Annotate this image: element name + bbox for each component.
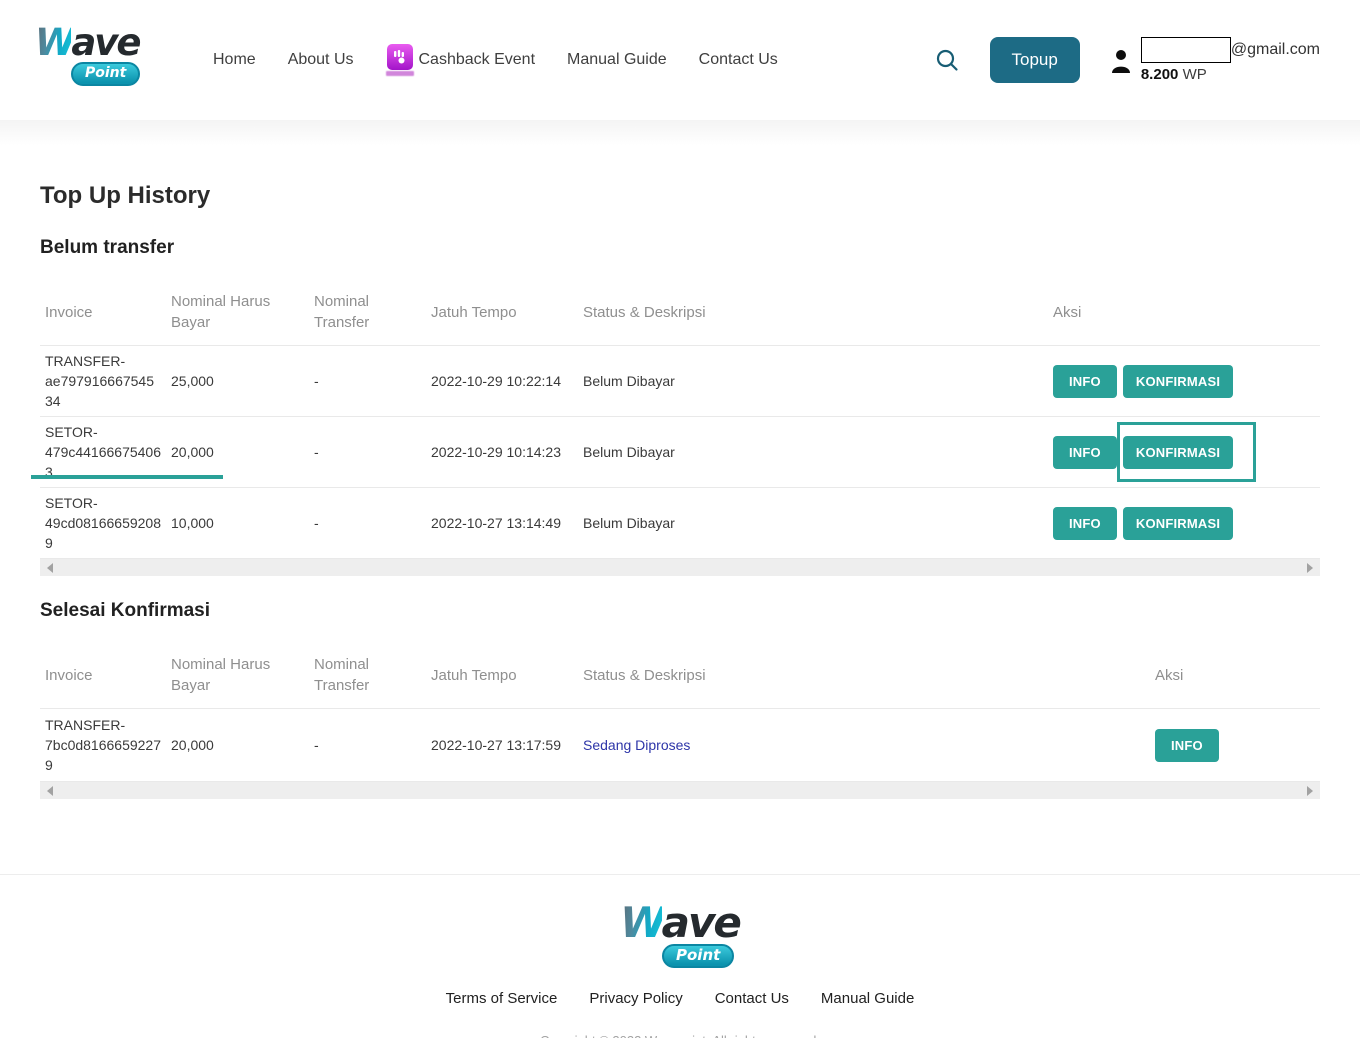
col-invoice: Invoice — [45, 666, 93, 684]
footer-wavepoint-logo[interactable]: Wave Point — [614, 902, 746, 968]
info-button[interactable]: INFO — [1053, 435, 1117, 469]
scroll-left-icon[interactable] — [47, 785, 53, 796]
table-row-highlighted: SETOR-479c441666754063 20,000 - 2022-10-… — [31, 417, 1320, 488]
nominal-transfer-cell: - — [314, 737, 319, 753]
nav-contact-us[interactable]: Contact Us — [699, 51, 778, 69]
status-cell: Belum Dibayar — [583, 373, 675, 389]
wallet-balance: 8.200 WP — [1140, 66, 1207, 83]
account-info: @gmail.com 8.200 WP — [1140, 37, 1320, 83]
invoice-highlight-underline — [31, 475, 223, 479]
col-aksi: Aksi — [1155, 666, 1184, 684]
horizontal-scrollbar[interactable] — [40, 782, 1320, 799]
jatuh-tempo-cell: 2022-10-29 10:22:14 — [431, 373, 561, 389]
invoice-cell: TRANSFER-ae79791666754534 — [45, 352, 155, 410]
topup-history-page: Top Up History Belum transfer Invoice No… — [0, 182, 1360, 799]
col-jatuh-tempo: Jatuh Tempo — [431, 303, 517, 321]
col-nominal-transfer: Nominal Transfer — [314, 293, 370, 331]
nominal-harus-bayar-cell: 20,000 — [171, 444, 214, 460]
jatuh-tempo-cell: 2022-10-27 13:14:49 — [431, 515, 561, 531]
jatuh-tempo-cell: 2022-10-29 10:14:23 — [431, 444, 561, 460]
nav-cashback-event[interactable]: Cashback Event — [385, 44, 536, 76]
nav-home[interactable]: Home — [213, 51, 256, 69]
col-status-deskripsi: Status & Deskripsi — [583, 666, 706, 684]
scroll-right-icon[interactable] — [1307, 562, 1313, 573]
col-nominal-transfer: Nominal Transfer — [314, 656, 370, 694]
email-suffix: @gmail.com — [1230, 41, 1320, 58]
page-title: Top Up History — [40, 182, 211, 209]
nominal-harus-bayar-cell: 20,000 — [171, 737, 214, 753]
nominal-harus-bayar-cell: 25,000 — [171, 373, 214, 389]
top-navbar: Wave Point Home About Us Cashback Event … — [0, 0, 1360, 120]
topup-button[interactable]: Topup — [989, 37, 1080, 83]
section-heading-selesai-konfirmasi: Selesai Konfirmasi — [40, 600, 211, 621]
table-row: TRANSFER-7bc0d81666592279 20,000 - 2022-… — [40, 709, 1320, 782]
nominal-transfer-cell: - — [314, 515, 319, 531]
footer-link-terms[interactable]: Terms of Service — [446, 990, 558, 1007]
aksi-cell: INFO KONFIRMASI — [1053, 364, 1320, 398]
col-nominal-harus-bayar: Nominal Harus Bayar — [171, 293, 271, 331]
table-row: TRANSFER-ae79791666754534 25,000 - 2022-… — [40, 346, 1320, 417]
info-button[interactable]: INFO — [1053, 506, 1117, 540]
cashback-event-icon — [385, 44, 414, 76]
header-right-cluster: Topup @gmail.com 8.200 WP — [934, 37, 1320, 83]
status-cell: Belum Dibayar — [583, 515, 675, 531]
aksi-cell: INFO KONFIRMASI — [1053, 421, 1320, 482]
logo-point-badge: Point — [662, 944, 735, 968]
info-button[interactable]: INFO — [1053, 364, 1117, 398]
scroll-left-icon[interactable] — [47, 562, 53, 573]
page-footer: Wave Point Terms of Service Privacy Poli… — [0, 874, 1360, 1038]
nav-cashback-label: Cashback Event — [418, 51, 536, 68]
horizontal-scrollbar[interactable] — [40, 559, 1320, 576]
col-nominal-harus-bayar: Nominal Harus Bayar — [171, 656, 271, 694]
aksi-cell: INFO — [1155, 728, 1320, 762]
nav-manual-guide[interactable]: Manual Guide — [567, 51, 667, 69]
col-aksi: Aksi — [1053, 303, 1082, 321]
wavepoint-logo[interactable]: Wave Point — [35, 24, 153, 96]
nominal-transfer-cell: - — [314, 373, 319, 389]
konfirmasi-button[interactable]: KONFIRMASI — [1122, 435, 1234, 469]
main-nav: Home About Us Cashback Event Manual Guid… — [213, 44, 778, 76]
footer-link-manual[interactable]: Manual Guide — [821, 990, 914, 1007]
konfirmasi-button[interactable]: KONFIRMASI — [1122, 364, 1234, 398]
col-jatuh-tempo: Jatuh Tempo — [431, 666, 517, 684]
nominal-harus-bayar-cell: 10,000 — [171, 515, 214, 531]
col-invoice: Invoice — [45, 303, 93, 321]
footer-links: Terms of Service Privacy Policy Contact … — [0, 990, 1360, 1007]
table-header-selesai: Invoice Nominal Harus Bayar Nominal Tran… — [40, 642, 1320, 709]
invoice-cell: SETOR-49cd081666592089 — [45, 494, 162, 552]
footer-link-contact[interactable]: Contact Us — [715, 990, 789, 1007]
invoice-cell: SETOR-479c441666754063 — [45, 423, 162, 481]
table-row: SETOR-49cd081666592089 10,000 - 2022-10-… — [40, 488, 1320, 559]
invoice-cell: TRANSFER-7bc0d81666592279 — [45, 716, 162, 774]
footer-link-privacy[interactable]: Privacy Policy — [589, 990, 682, 1007]
header-divider — [0, 120, 1360, 150]
redacted-email-box — [1140, 37, 1231, 63]
info-button[interactable]: INFO — [1155, 728, 1219, 762]
status-link[interactable]: Sedang Diproses — [583, 737, 690, 753]
aksi-cell: INFO KONFIRMASI — [1053, 506, 1320, 540]
logo-wordmark: Wave — [620, 898, 742, 947]
konfirmasi-button[interactable]: KONFIRMASI — [1122, 506, 1234, 540]
table-header-belum: Invoice Nominal Harus Bayar Nominal Tran… — [40, 279, 1320, 346]
copyright-text: Copyright © 2022 Wavepoint. All rights r… — [0, 1033, 1360, 1038]
nav-about-us[interactable]: About Us — [288, 51, 354, 69]
user-icon[interactable] — [1110, 49, 1132, 78]
status-cell: Belum Dibayar — [583, 444, 675, 460]
jatuh-tempo-cell: 2022-10-27 13:17:59 — [431, 737, 561, 753]
nominal-transfer-cell: - — [314, 444, 319, 460]
scroll-right-icon[interactable] — [1307, 785, 1313, 796]
logo-point-badge: Point — [71, 62, 141, 86]
logo-wordmark: Wave — [35, 21, 142, 64]
search-icon[interactable] — [934, 47, 960, 73]
col-status-deskripsi: Status & Deskripsi — [583, 303, 706, 321]
section-heading-belum-transfer: Belum transfer — [40, 237, 175, 258]
